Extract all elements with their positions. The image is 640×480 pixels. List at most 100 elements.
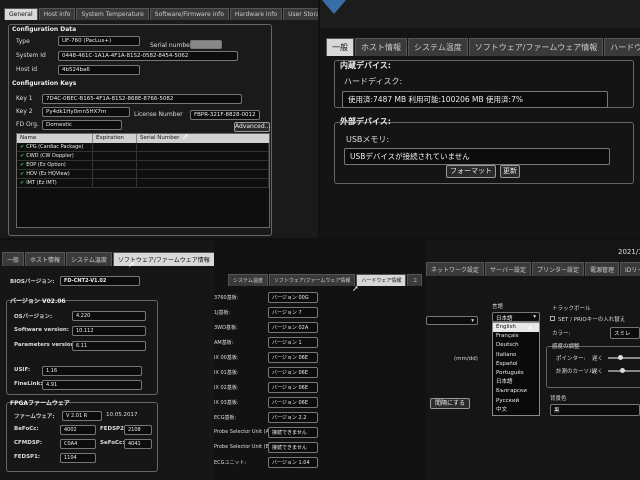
tab-host-info[interactable]: ホスト情報 (355, 38, 407, 56)
hw-row-label: ECG基板: (214, 415, 237, 421)
left-dropdown[interactable]: ▾ (426, 316, 478, 325)
key2-label: Key 2 (16, 108, 33, 115)
chevron-down-icon: ▾ (471, 318, 474, 324)
table-row[interactable]: ✔ IMT (Ez IMT) (17, 179, 269, 188)
mouse-cursor-icon: ➚ (526, 324, 533, 333)
serial-label: Serial number (150, 42, 193, 49)
config-data-title: Configuration Data (12, 26, 77, 33)
license-name: HOV (Ez HQView) (26, 171, 70, 177)
language-option[interactable]: Български (493, 387, 539, 396)
license-table-header: Name Expiration Date Serial Number (17, 134, 269, 150)
language-option[interactable]: Português (493, 369, 539, 378)
sensitivity-title: 感度の調整 (552, 344, 580, 350)
tab-id-reader[interactable]: IDリーダ (620, 262, 640, 276)
os-version-field: 4.220 (72, 311, 146, 321)
tab-user-storage[interactable]: User Storage Devices (283, 8, 318, 20)
key1-field[interactable]: 7D4C-0BEC-B165-4F1A-81S2-868E-8766-5082 (42, 94, 242, 104)
usb-status-field: USBデバイスが接続されていません (344, 148, 610, 165)
slider-knob[interactable] (618, 355, 623, 360)
hw-row-value: バージョン 06E (268, 352, 318, 363)
tab-software-firmware[interactable]: ソフトウェア/ファームウェア情報 (468, 38, 604, 56)
table-row[interactable]: ✔ CWD (CW Doppler) (17, 152, 269, 161)
tab-software-firmware[interactable]: Software/Firmware info (149, 8, 229, 20)
language-select[interactable]: 日本語 ▾ (492, 312, 540, 322)
fedsp1-field: 1104 (60, 453, 96, 463)
language-option[interactable]: Italiano (493, 351, 539, 360)
hw-row-label: 3760基板: (214, 295, 239, 301)
table-row[interactable]: ✔ HOV (Ez HQView) (17, 170, 269, 179)
license-name: CWD (CW Doppler) (26, 153, 74, 159)
mouse-cursor-icon: ➚ (182, 132, 189, 141)
firmware-field: V 2.01 R (62, 411, 102, 421)
advanced-button[interactable]: Advanced... (234, 122, 270, 132)
tab-network-settings[interactable]: ネットワーク設定 (426, 262, 485, 276)
background-color-select[interactable]: 黒 (550, 404, 640, 416)
config-keys-title: Configuration Keys (12, 80, 77, 87)
language-option[interactable]: 中文 (493, 406, 539, 415)
update-button[interactable]: 更新 (500, 165, 520, 178)
tab-hardware-info[interactable]: ハードウェア情報 (356, 274, 407, 286)
fedsp2-field: 2108 (124, 425, 152, 435)
check-icon: ✔ (20, 180, 25, 186)
firmware-label: ファームウェア: (14, 414, 55, 420)
bios-field: FD-CNT2-V1.02 (60, 276, 140, 286)
pointer-speed-slider[interactable] (608, 355, 640, 360)
date-format-label: (mm/dd) (454, 356, 478, 362)
hw-row-value: 接続できません (268, 442, 318, 453)
license-name: EOP (Ez Option) (26, 162, 66, 168)
hw-row-value: バージョン 06E (268, 367, 318, 378)
license-name: CPG (Cardiac Package) (26, 144, 84, 150)
tab-system-temperature[interactable]: システム温度 (66, 252, 112, 266)
hw-row-label: IX 03基板: (214, 400, 239, 406)
license-table: Name Expiration Date Serial Number ✔ CPG … (16, 133, 270, 228)
type-field: UF-760 (PacLus+) (58, 36, 140, 46)
col-serial: Serial Number (140, 135, 180, 141)
tab-hardware-info[interactable]: Hardware info (229, 8, 283, 20)
host-id-label: Host id (16, 66, 38, 73)
table-row[interactable]: ✔ CPG (Cardiac Package) (17, 143, 269, 152)
format-button[interactable]: フォーマット (446, 165, 496, 178)
tab-general[interactable]: General (4, 8, 38, 20)
language-option[interactable]: Español (493, 360, 539, 369)
tab-hardware-info[interactable]: ハードウェ (604, 38, 640, 56)
language-option[interactable]: Русский (493, 397, 539, 406)
color-select[interactable]: スミレ (610, 327, 640, 339)
color-label: カラー: (552, 331, 571, 337)
tab-system-temperature[interactable]: システム温度 (228, 274, 268, 286)
measure-cursor-slider[interactable] (608, 368, 640, 373)
tab-bar: システム温度 ソフトウェア/ファームウェア情報 ハードウェア情報 ユ (228, 274, 423, 286)
set-prio-label: SET / PRIOキーの入れ替え (558, 317, 626, 323)
tab-printer-settings[interactable]: プリンター設定 (531, 262, 584, 276)
tab-server-settings[interactable]: サーバー設定 (485, 262, 531, 276)
tab-software-firmware[interactable]: ソフトウェア/ファームウェア情報 (268, 274, 356, 286)
language-option[interactable]: 日本語 (493, 378, 539, 387)
hw-row-label: Probe Selector Unit (A): (214, 429, 273, 435)
reset-interval-button[interactable]: 間隔にする (430, 398, 470, 409)
panel-preferences: 2021/1 ネットワーク設定 サーバー設定 プリンター設定 電源管理 IDリー… (426, 240, 640, 480)
language-option[interactable]: Français (493, 332, 539, 341)
tab-host-info[interactable]: Host info (38, 8, 76, 20)
set-prio-checkbox[interactable] (550, 316, 555, 321)
hw-row-label: IX 00基板: (214, 355, 239, 361)
language-dropdown-list: English Français Deutsch Italiano Españo… (492, 322, 540, 416)
key2-field[interactable]: Py4dk1Hy0mn5HX7m (42, 107, 130, 117)
language-option[interactable]: Deutsch (493, 341, 539, 350)
check-icon: ✔ (20, 171, 25, 177)
tab-power-management[interactable]: 電源管理 (584, 262, 619, 276)
usb-label: USBメモリ: (346, 135, 390, 144)
tab-system-temperature[interactable]: システム温度 (408, 38, 468, 56)
firmware-date: 10.05.2017 (106, 412, 138, 418)
tab-host-info[interactable]: ホスト情報 (25, 252, 66, 266)
tab-user-storage[interactable]: ユ (407, 274, 423, 286)
hw-row-value: バージョン 06E (268, 382, 318, 393)
tab-system-temperature[interactable]: System Temperature (76, 8, 149, 20)
usif-field: 1.16 (42, 366, 142, 376)
tab-general[interactable]: 一般 (326, 38, 354, 56)
slider-knob[interactable] (620, 368, 625, 373)
tab-general[interactable]: 一般 (2, 252, 25, 266)
license-label: License Number (134, 111, 183, 118)
mouse-cursor-icon: ➚ (352, 284, 359, 293)
table-row[interactable]: ✔ EOP (Ez Option) (17, 161, 269, 170)
check-icon: ✔ (20, 153, 25, 159)
hw-row-label: IX 01基板: (214, 370, 239, 376)
